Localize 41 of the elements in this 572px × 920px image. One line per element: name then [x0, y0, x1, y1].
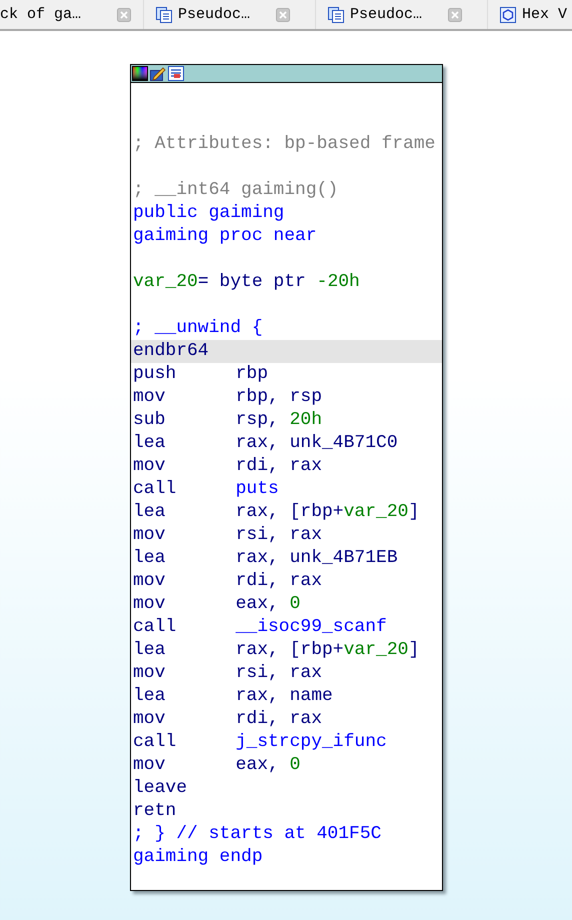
- instruction-line: mov eax, 0: [133, 754, 302, 777]
- instruction-line: push rbp: [133, 363, 269, 386]
- tab[interactable]: Pseudoc…: [144, 0, 316, 29]
- instruction-line: lea rax, [rbp+var_20]: [133, 501, 420, 524]
- close-icon: [276, 8, 290, 22]
- code-line: ; } // starts at 401F5C: [133, 823, 382, 846]
- color-palette-icon[interactable]: [132, 66, 148, 81]
- tab[interactable]: ck of ga…: [0, 0, 144, 29]
- code-line: ; __int64 gaiming(): [133, 179, 340, 202]
- close-icon: [117, 8, 132, 22]
- instruction-line: mov rbp, rsp: [133, 386, 324, 409]
- code-line: ; Attributes: bp-based frame: [133, 133, 436, 156]
- instruction-line: mov rdi, rax: [133, 455, 324, 478]
- instruction-line: retn: [133, 800, 178, 823]
- instruction-line: mov rdi, rax: [133, 708, 324, 731]
- instruction-line: leave: [133, 777, 188, 800]
- instruction-line: sub rsp, 20h: [133, 409, 324, 432]
- code-line: var_20= byte ptr -20h: [133, 271, 361, 294]
- instruction-line: call __isoc99_scanf: [133, 616, 388, 639]
- pencil-icon[interactable]: [150, 66, 166, 81]
- tab[interactable]: Pseudoc…: [316, 0, 488, 29]
- close-icon: [448, 8, 462, 22]
- instruction-line: mov eax, 0: [133, 593, 302, 616]
- instruction-line: lea rax, unk_4B71C0: [133, 432, 399, 455]
- instruction-line: lea rax, name: [133, 685, 334, 708]
- instruction-line: mov rsi, rax: [133, 524, 324, 547]
- graph-view-icon[interactable]: [168, 66, 184, 81]
- instruction-line: lea rax, [rbp+var_20]: [133, 639, 420, 662]
- instruction-line: mov rsi, rax: [133, 662, 324, 685]
- instruction-line: call puts: [133, 478, 280, 501]
- code-line: gaiming proc near: [133, 225, 318, 248]
- code-line: ; __unwind {: [133, 317, 264, 340]
- instruction-line: call j_strcpy_ifunc: [133, 731, 388, 754]
- instruction-line: mov rdi, rax: [133, 570, 324, 593]
- instruction-line: lea rax, unk_4B71EB: [133, 547, 399, 570]
- document-icon: [156, 6, 172, 22]
- tab[interactable]: Hex V: [488, 0, 572, 29]
- hexagon-icon: [500, 6, 516, 22]
- code-line: public gaiming: [133, 202, 286, 225]
- code-line: gaiming endp: [133, 846, 264, 869]
- document-icon: [328, 6, 344, 22]
